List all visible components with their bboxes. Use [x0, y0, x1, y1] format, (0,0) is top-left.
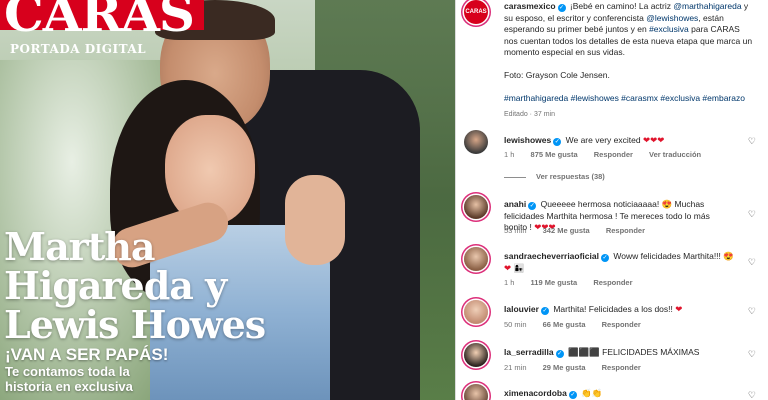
- heart-outline-icon[interactable]: ♡: [748, 209, 756, 220]
- anahi-avatar[interactable]: [464, 195, 488, 219]
- verified-badge-icon: ✓: [553, 138, 562, 146]
- cover-tagline: Te contamos toda la historia en exclusiv…: [5, 364, 133, 394]
- comment-meta: 53 min 342 Me gusta Responder: [504, 226, 659, 235]
- sandraecheverria-avatar[interactable]: [464, 247, 488, 271]
- comment-username[interactable]: lewishowes: [504, 135, 551, 145]
- reply-button[interactable]: Responder: [602, 363, 641, 372]
- heart-outline-icon[interactable]: ♡: [748, 257, 756, 268]
- comment-body: Woww felicidades Marthita!!!: [613, 251, 721, 261]
- mention-link[interactable]: @lewishowes: [646, 13, 698, 23]
- likes-count[interactable]: 119 Me gusta: [531, 278, 578, 287]
- view-replies-button[interactable]: Ver respuestas (38): [504, 172, 605, 181]
- reply-button[interactable]: Responder: [606, 226, 645, 235]
- likes-count[interactable]: 29 Me gusta: [543, 363, 586, 372]
- heart-outline-icon[interactable]: ♡: [748, 390, 756, 400]
- comment-text: sandraecheverriaoficial ✓ Woww felicidade…: [504, 251, 734, 274]
- heart-outline-icon[interactable]: ♡: [748, 306, 756, 317]
- verified-badge-icon: ✓: [557, 4, 566, 12]
- likes-count[interactable]: 342 Me gusta: [543, 226, 590, 235]
- verified-badge-icon: ✓: [600, 254, 609, 262]
- emoji: 😍: [661, 199, 673, 209]
- likes-count[interactable]: 875 Me gusta: [531, 150, 578, 159]
- caption-part: ¡Bebé en camino! La actriz: [569, 1, 671, 11]
- headline-line-1: Martha: [4, 224, 156, 269]
- comment-text: la_serradilla ✓ ⬛⬛⬛ FELICIDADES MÁXIMAS: [504, 347, 699, 359]
- cover-subtitle: ¡VAN A SER PAPÁS!: [5, 345, 169, 364]
- heart-emoji: ❤❤❤: [642, 135, 665, 145]
- headline-line-3: Lewis Howes: [4, 302, 266, 347]
- heart-emoji: ❤: [675, 304, 683, 314]
- heart-outline-icon[interactable]: ♡: [748, 136, 756, 147]
- comment-time: 1 h: [504, 278, 515, 287]
- comment-meta: 1 h 119 Me gusta Responder: [504, 278, 647, 287]
- comment-body: Marthita! Felicidades a los dos!!: [553, 304, 673, 314]
- lewishowes-avatar[interactable]: [464, 130, 488, 154]
- woman-hand: [285, 175, 345, 265]
- replies-divider: [504, 176, 526, 178]
- hashtags[interactable]: #marthahigareda #lewishowes #carasmx #ex…: [504, 93, 754, 105]
- comment-time: 53 min: [504, 226, 527, 235]
- comment-username[interactable]: la_serradilla: [504, 347, 554, 357]
- reply-button[interactable]: Responder: [602, 320, 641, 329]
- reply-button[interactable]: Responder: [594, 150, 633, 159]
- comment-username[interactable]: lalouvier: [504, 304, 539, 314]
- comment-text: ximenacordoba ✓ 👏👏: [504, 388, 602, 400]
- comment-time: 21 min: [504, 363, 527, 372]
- comment-meta: 21 min 29 Me gusta Responder: [504, 363, 655, 372]
- emoji: 👩‍👧: [513, 262, 525, 273]
- headline-line-2: Higareda y: [4, 263, 227, 308]
- likes-count[interactable]: 66 Me gusta: [543, 320, 586, 329]
- hashtag-link[interactable]: #exclusiva: [649, 24, 689, 34]
- translate-button[interactable]: Ver traducción: [649, 150, 701, 159]
- portada-digital-label: PORTADA DIGITAL: [10, 42, 147, 56]
- emoji: 👏👏: [581, 388, 603, 398]
- caption-text: carasmexico ✓ ¡Bebé en camino! La actriz …: [504, 1, 754, 120]
- comment-username[interactable]: sandraecheverriaoficial: [504, 251, 599, 261]
- comment-username[interactable]: ximenacordoba: [504, 388, 567, 398]
- comments-panel: CARAS carasmexico ✓ ¡Bebé en camino! La a…: [455, 0, 768, 400]
- heart-outline-icon[interactable]: ♡: [748, 349, 756, 360]
- comment-text: lalouvier ✓ Marthita! Felicidades a los d…: [504, 304, 682, 316]
- carasmexico-avatar[interactable]: CARAS: [464, 0, 488, 24]
- comment-meta: 50 min 66 Me gusta Responder: [504, 320, 655, 329]
- comment-username[interactable]: anahi: [504, 199, 526, 209]
- reply-button[interactable]: Responder: [593, 278, 632, 287]
- view-replies-label[interactable]: Ver respuestas (38): [536, 172, 605, 181]
- verified-badge-icon: ✓: [540, 307, 549, 315]
- ximenacordoba-avatar[interactable]: [464, 384, 488, 400]
- verified-badge-icon: ✓: [555, 350, 564, 358]
- post-username[interactable]: carasmexico: [504, 1, 556, 11]
- comment-text: lewishowes ✓ We are very excited ❤❤❤: [504, 135, 664, 147]
- mention-link[interactable]: @marthahigareda: [673, 1, 741, 11]
- lalouvier-avatar[interactable]: [464, 300, 488, 324]
- comment-body: Queeeee hermosa noticiaaaaa!: [540, 199, 660, 209]
- photo-credit: Foto: Grayson Cole Jensen.: [504, 69, 610, 80]
- edited-time: Editado · 37 min: [504, 110, 555, 118]
- magazine-cover-image: CARAS PORTADA DIGITAL Martha Higareda y …: [0, 0, 455, 400]
- comment-body: We are very excited: [565, 135, 641, 145]
- verified-badge-icon: ✓: [528, 202, 537, 210]
- la-serradilla-avatar[interactable]: [464, 343, 488, 367]
- comment-meta: 1 h 875 Me gusta Responder Ver traducció…: [504, 150, 715, 159]
- comment-body: ⬛⬛⬛ FELICIDADES MÁXIMAS: [568, 347, 700, 357]
- comment-time: 1 h: [504, 150, 515, 159]
- comment-time: 50 min: [504, 320, 527, 329]
- cover-headline: Martha Higareda y Lewis Howes: [4, 224, 266, 347]
- verified-badge-icon: ✓: [568, 391, 577, 399]
- caras-logo: CARAS: [0, 0, 205, 40]
